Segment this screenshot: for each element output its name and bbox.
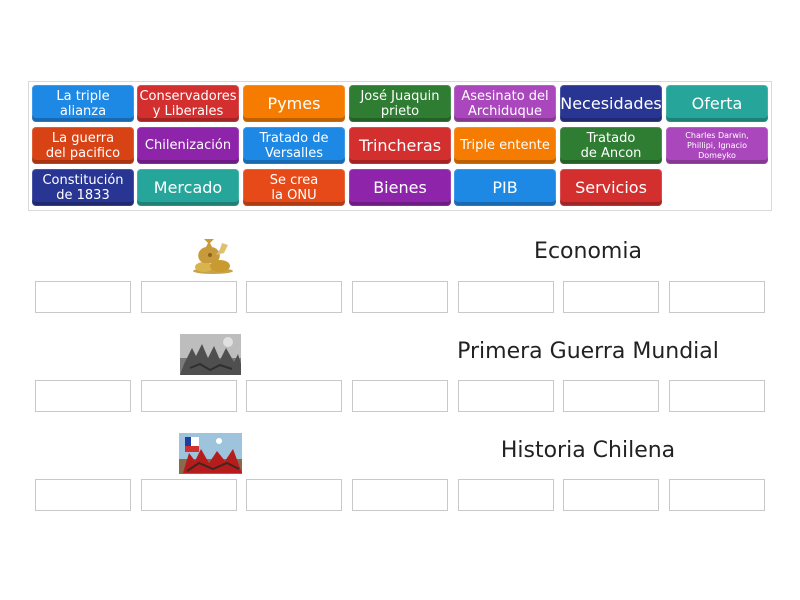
tile[interactable]: La guerra del pacifico bbox=[32, 127, 134, 164]
drop-slot-historia-chilena[interactable] bbox=[246, 479, 342, 511]
drop-slot-historia-chilena[interactable] bbox=[35, 479, 131, 511]
drop-slot-economia[interactable] bbox=[458, 281, 554, 313]
battle-image bbox=[180, 334, 241, 375]
tile[interactable]: Triple entente bbox=[454, 127, 556, 164]
tile[interactable]: Necesidades bbox=[560, 85, 662, 122]
money-bags-icon bbox=[193, 239, 233, 274]
category-title-economia: Economia bbox=[534, 239, 642, 264]
tile[interactable]: Chilenización bbox=[137, 127, 239, 164]
drop-slot-economia[interactable] bbox=[669, 281, 765, 313]
chilean-battle-image bbox=[179, 433, 242, 474]
tile[interactable]: Bienes bbox=[349, 169, 451, 206]
drop-slot-primera-guerra-mundial[interactable] bbox=[563, 380, 659, 412]
tile[interactable]: Mercado bbox=[137, 169, 239, 206]
drop-slot-economia[interactable] bbox=[35, 281, 131, 313]
tile[interactable]: Se crea la ONU bbox=[243, 169, 345, 206]
tile[interactable]: Trincheras bbox=[349, 127, 451, 164]
tile[interactable]: Constitución de 1833 bbox=[32, 169, 134, 206]
tile[interactable]: PIB bbox=[454, 169, 556, 206]
tile[interactable]: Oferta bbox=[666, 85, 768, 122]
tile[interactable]: Pymes bbox=[243, 85, 345, 122]
tile[interactable]: José Juaquin prieto bbox=[349, 85, 451, 122]
drop-slot-primera-guerra-mundial[interactable] bbox=[458, 380, 554, 412]
drop-slot-primera-guerra-mundial[interactable] bbox=[35, 380, 131, 412]
drop-slot-historia-chilena[interactable] bbox=[669, 479, 765, 511]
drop-slot-historia-chilena[interactable] bbox=[141, 479, 237, 511]
tile[interactable]: Tratado de Ancon bbox=[560, 127, 662, 164]
drop-slot-economia[interactable] bbox=[141, 281, 237, 313]
tile[interactable]: Charles Darwin, Phillipi, Ignacio Domeyk… bbox=[666, 127, 768, 164]
category-title-historia-chilena: Historia Chilena bbox=[500, 438, 676, 463]
drop-slot-primera-guerra-mundial[interactable] bbox=[352, 380, 448, 412]
drop-slot-economia[interactable] bbox=[563, 281, 659, 313]
tile[interactable]: Servicios bbox=[560, 169, 662, 206]
drop-slot-historia-chilena[interactable] bbox=[352, 479, 448, 511]
drop-slot-historia-chilena[interactable] bbox=[458, 479, 554, 511]
drop-slot-economia[interactable] bbox=[352, 281, 448, 313]
drop-slot-economia[interactable] bbox=[246, 281, 342, 313]
category-title-primera-guerra-mundial: Primera Guerra Mundial bbox=[457, 339, 719, 364]
tile[interactable]: Tratado de Versalles bbox=[243, 127, 345, 164]
drop-slot-primera-guerra-mundial[interactable] bbox=[669, 380, 765, 412]
drop-slot-primera-guerra-mundial[interactable] bbox=[141, 380, 237, 412]
tile[interactable]: La triple alianza bbox=[32, 85, 134, 122]
tile[interactable]: Conservadores y Liberales bbox=[137, 85, 239, 122]
tile[interactable]: Asesinato del Archiduque bbox=[454, 85, 556, 122]
drop-slot-primera-guerra-mundial[interactable] bbox=[246, 380, 342, 412]
drop-slot-historia-chilena[interactable] bbox=[563, 479, 659, 511]
